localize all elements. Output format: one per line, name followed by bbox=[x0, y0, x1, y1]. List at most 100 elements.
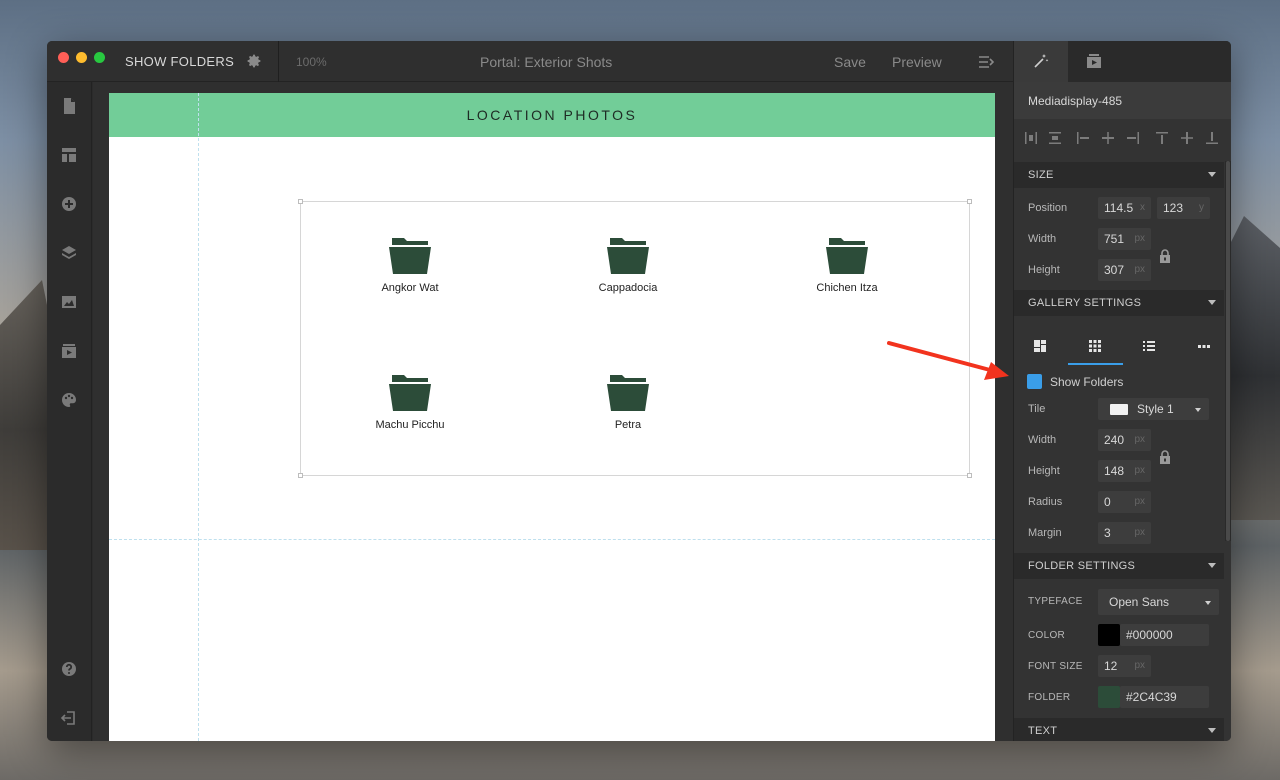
align-middle-icon[interactable] bbox=[1180, 131, 1194, 145]
align-bottom-icon[interactable] bbox=[1205, 131, 1219, 145]
gallery-folder[interactable]: Cappadocia bbox=[568, 236, 688, 294]
tile-preview-swatch bbox=[1110, 404, 1128, 415]
media-icon[interactable] bbox=[60, 342, 78, 360]
resize-handle[interactable] bbox=[967, 199, 972, 204]
editor-canvas[interactable]: LOCATION PHOTOS Angkor Wat Cappadocia Ch… bbox=[93, 82, 1013, 741]
text-color-field[interactable]: #000000 bbox=[1120, 624, 1209, 646]
layout-icon[interactable] bbox=[60, 146, 78, 164]
align-top-icon[interactable] bbox=[1155, 131, 1169, 145]
folder-color-label: FOLDER bbox=[1028, 692, 1071, 703]
section-title: SIZE bbox=[1028, 169, 1054, 181]
tile-height-value: 148 bbox=[1104, 464, 1125, 478]
resize-handle[interactable] bbox=[298, 199, 303, 204]
element-name: Mediadisplay-485 bbox=[1014, 82, 1231, 119]
folder-color-field[interactable]: #2C4C39 bbox=[1120, 686, 1209, 708]
align-left-icon[interactable] bbox=[1076, 131, 1090, 145]
gallery-folder[interactable]: Chichen Itza bbox=[787, 236, 907, 294]
section-title: FOLDER SETTINGS bbox=[1028, 560, 1136, 572]
palette-icon[interactable] bbox=[60, 391, 78, 409]
tile-width-field[interactable]: 240 px bbox=[1098, 429, 1151, 451]
typeface-select[interactable]: Open Sans bbox=[1098, 589, 1219, 615]
logout-icon[interactable] bbox=[60, 709, 78, 727]
gallery-folder[interactable]: Petra bbox=[568, 373, 688, 431]
tile-width-label: Width bbox=[1028, 434, 1057, 446]
tile-height-label: Height bbox=[1028, 465, 1060, 477]
lock-icon[interactable] bbox=[1159, 450, 1171, 464]
distribute-horizontal-icon[interactable] bbox=[1024, 131, 1038, 145]
preview-button[interactable]: Preview bbox=[892, 54, 942, 70]
maximize-window-button[interactable] bbox=[94, 52, 105, 63]
radius-field[interactable]: 0 px bbox=[1098, 491, 1151, 513]
position-y-field[interactable]: 123 y bbox=[1157, 197, 1210, 219]
gallery-folder[interactable]: Angkor Wat bbox=[350, 236, 470, 294]
width-label: Width bbox=[1028, 233, 1057, 245]
width-field[interactable]: 751 px bbox=[1098, 228, 1151, 250]
page-icon[interactable] bbox=[60, 97, 78, 115]
align-right-icon[interactable] bbox=[1126, 131, 1140, 145]
show-folders-label[interactable]: Show Folders bbox=[1050, 375, 1123, 389]
panel-toggle-icon[interactable] bbox=[977, 53, 995, 71]
list-layout-icon[interactable] bbox=[1142, 339, 1156, 353]
unit-label: px bbox=[1134, 233, 1145, 244]
grid-layout-icon[interactable] bbox=[1088, 339, 1102, 353]
resize-handle[interactable] bbox=[298, 473, 303, 478]
align-center-icon[interactable] bbox=[1101, 131, 1115, 145]
panel-scrollbar-thumb[interactable] bbox=[1226, 161, 1230, 541]
height-value: 307 bbox=[1104, 263, 1125, 277]
resize-handle[interactable] bbox=[967, 473, 972, 478]
close-window-button[interactable] bbox=[58, 52, 69, 63]
more-icon[interactable] bbox=[1197, 339, 1211, 353]
typeface-label: TYPEFACE bbox=[1028, 596, 1083, 607]
margin-field[interactable]: 3 px bbox=[1098, 522, 1151, 544]
folder-icon bbox=[389, 238, 431, 274]
folder-icon bbox=[826, 238, 868, 274]
layers-icon[interactable] bbox=[60, 244, 78, 262]
chevron-down-icon bbox=[1208, 563, 1216, 568]
zoom-level[interactable]: 100% bbox=[296, 55, 327, 69]
text-color-swatch[interactable] bbox=[1098, 624, 1120, 646]
toolbar-divider bbox=[278, 41, 279, 82]
add-element-icon[interactable] bbox=[60, 195, 78, 213]
tab-design[interactable] bbox=[1014, 41, 1068, 82]
toolbar: SHOW FOLDERS 100% Portal: Exterior Shots… bbox=[47, 41, 1013, 82]
help-icon[interactable] bbox=[60, 660, 78, 678]
section-text-header[interactable]: TEXT bbox=[1014, 718, 1224, 741]
page-preview[interactable]: LOCATION PHOTOS Angkor Wat Cappadocia Ch… bbox=[109, 93, 995, 741]
panel-tabs bbox=[1014, 41, 1231, 82]
distribute-vertical-icon[interactable] bbox=[1048, 131, 1062, 145]
text-color-value: #000000 bbox=[1126, 628, 1173, 642]
minimize-window-button[interactable] bbox=[76, 52, 87, 63]
media-gallery[interactable]: Angkor Wat Cappadocia Chichen Itza Machu… bbox=[298, 199, 972, 478]
banner[interactable]: LOCATION PHOTOS bbox=[109, 93, 995, 137]
gear-icon[interactable] bbox=[246, 53, 262, 69]
chevron-down-icon bbox=[1208, 172, 1216, 177]
tile-width-value: 240 bbox=[1104, 433, 1125, 447]
color-label: COLOR bbox=[1028, 630, 1066, 641]
guide-line bbox=[198, 93, 199, 741]
media-icon bbox=[1086, 53, 1102, 69]
unit-label: px bbox=[1134, 465, 1145, 476]
margin-value: 3 bbox=[1104, 526, 1111, 540]
folder-icon bbox=[389, 375, 431, 411]
mosaic-layout-icon[interactable] bbox=[1033, 339, 1047, 353]
folder-color-swatch[interactable] bbox=[1098, 686, 1120, 708]
properties-panel: Mediadisplay-485 SIZE Position 114.5 x 1… bbox=[1013, 41, 1231, 741]
lock-icon[interactable] bbox=[1159, 249, 1171, 263]
show-folders-checkbox[interactable] bbox=[1027, 374, 1042, 389]
section-size-header[interactable]: SIZE bbox=[1014, 162, 1224, 188]
position-x-field[interactable]: 114.5 x bbox=[1098, 197, 1151, 219]
alignment-toolbar bbox=[1014, 125, 1231, 155]
tile-height-field[interactable]: 148 px bbox=[1098, 460, 1151, 482]
gallery-layout-tabs bbox=[1014, 327, 1224, 367]
section-gallery-header[interactable]: GALLERY SETTINGS bbox=[1014, 290, 1224, 316]
section-folder-header[interactable]: FOLDER SETTINGS bbox=[1014, 553, 1224, 579]
gallery-folder[interactable]: Machu Picchu bbox=[350, 373, 470, 431]
save-button[interactable]: Save bbox=[834, 54, 866, 70]
image-icon[interactable] bbox=[60, 293, 78, 311]
magic-wand-icon bbox=[1033, 53, 1049, 69]
font-size-field[interactable]: 12 px bbox=[1098, 655, 1151, 677]
height-field[interactable]: 307 px bbox=[1098, 259, 1151, 281]
tile-style-select[interactable]: Style 1 bbox=[1098, 398, 1209, 420]
width-value: 751 bbox=[1104, 232, 1125, 246]
active-tab-indicator bbox=[1068, 363, 1123, 365]
